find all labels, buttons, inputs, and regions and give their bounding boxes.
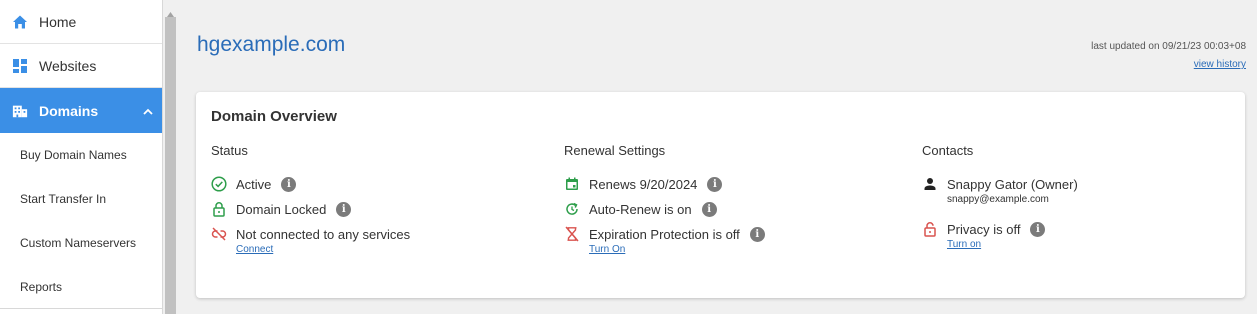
sidebar-item-label: Home [39, 13, 77, 30]
domain-overview-card: Domain Overview Status Active i Domain L… [196, 92, 1245, 298]
info-icon[interactable]: i [701, 201, 717, 217]
owner-name: Snappy Gator (Owner) [947, 176, 1078, 192]
sidebar-subitem-reports[interactable]: Reports [0, 265, 162, 309]
page-title: hgexample.com [197, 33, 346, 56]
expiration-row: Expiration Protection is off i [564, 224, 765, 244]
status-active-row: Active i [211, 174, 410, 194]
sidebar-item-domains[interactable]: Domains [0, 88, 162, 133]
sidebar-subitem-label: Reports [20, 279, 63, 294]
sidebar-item-home[interactable]: Home [0, 0, 162, 44]
info-icon[interactable]: i [749, 226, 765, 242]
lock-icon [211, 201, 227, 217]
hourglass-off-icon [564, 226, 580, 242]
auto-renew-icon [564, 201, 580, 217]
status-locked-row: Domain Locked i [211, 199, 410, 219]
sidebar-item-label: Domains [39, 102, 99, 119]
home-icon [12, 14, 28, 30]
privacy-row: Privacy is off i [922, 219, 1078, 239]
auto-renew-row: Auto-Renew is on i [564, 199, 765, 219]
status-column: Status Active i Domain Locked i Not conn… [211, 143, 410, 257]
status-not-connected-row: Not connected to any services [211, 224, 410, 244]
sidebar-item-websites[interactable]: Websites [0, 44, 162, 88]
check-circle-icon [211, 176, 227, 192]
sidebar-subitem-buy-domain-names[interactable]: Buy Domain Names [0, 133, 162, 177]
renews-label: Renews 9/20/2024 [589, 176, 698, 192]
person-icon [922, 176, 938, 192]
status-heading: Status [211, 143, 248, 158]
auto-renew-label: Auto-Renew is on [589, 201, 692, 217]
status-active-label: Active [236, 176, 272, 192]
expiration-label: Expiration Protection is off [589, 226, 740, 242]
building-icon [12, 103, 28, 119]
turn-on-privacy-link[interactable]: Turn on [922, 239, 1078, 252]
privacy-label: Privacy is off [947, 221, 1021, 237]
owner-row: Snappy Gator (Owner) [922, 174, 1078, 194]
renews-row: Renews 9/20/2024 i [564, 174, 765, 194]
owner-email: snappy@example.com [947, 194, 1049, 205]
info-icon[interactable]: i [1030, 221, 1046, 237]
last-updated-text: last updated on 09/21/23 00:03+08 [1091, 41, 1246, 52]
info-icon[interactable]: i [707, 176, 723, 192]
status-not-connected-label: Not connected to any services [236, 226, 411, 242]
sidebar-subitem-custom-nameservers[interactable]: Custom Nameservers [0, 221, 162, 265]
scroll-thumb[interactable] [165, 17, 176, 314]
sidebar-subitem-start-transfer-in[interactable]: Start Transfer In [0, 177, 162, 221]
sidebar-item-label: Websites [39, 57, 97, 74]
view-history-link[interactable]: view history [1194, 59, 1246, 70]
info-icon[interactable]: i [281, 176, 297, 192]
dashboard-icon [12, 58, 28, 74]
link-off-icon [211, 226, 227, 242]
renewal-column: Renewal Settings Renews 9/20/2024 i Auto… [564, 143, 765, 257]
sidebar: Home Websites Domains Buy Domain Names S… [0, 0, 163, 314]
renewal-heading: Renewal Settings [564, 143, 666, 158]
sidebar-subitem-label: Buy Domain Names [20, 148, 127, 162]
chevron-up-icon[interactable] [143, 103, 153, 119]
card-title: Domain Overview [211, 108, 337, 125]
sidebar-scrollbar[interactable] [163, 0, 178, 314]
main-content: hgexample.com last updated on 09/21/23 0… [178, 0, 1257, 314]
contacts-heading: Contacts [922, 143, 974, 158]
connect-link[interactable]: Connect [211, 244, 410, 257]
turn-on-expiration-link[interactable]: Turn On [564, 244, 765, 257]
contacts-column: Contacts Snappy Gator (Owner) snappy@exa… [922, 143, 1078, 252]
calendar-icon [564, 176, 580, 192]
unlock-icon [922, 221, 938, 237]
info-icon[interactable]: i [336, 201, 352, 217]
status-locked-label: Domain Locked [236, 201, 327, 217]
sidebar-subitem-label: Custom Nameservers [20, 236, 137, 250]
sidebar-subitem-label: Start Transfer In [20, 192, 107, 206]
